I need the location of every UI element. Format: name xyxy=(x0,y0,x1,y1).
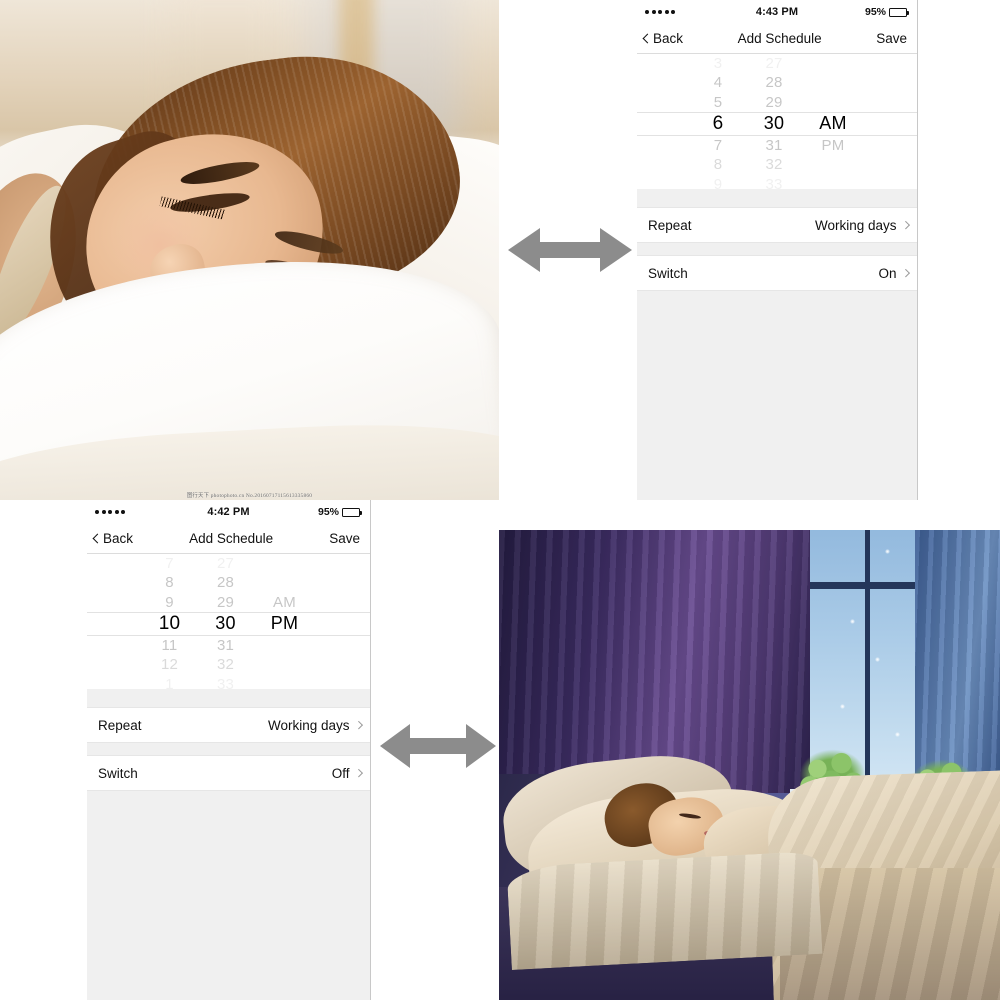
page-title: Add Schedule xyxy=(737,31,822,46)
bed-sheet xyxy=(506,850,823,971)
row-switch[interactable]: Switch On xyxy=(637,255,917,291)
meridiem-selected[interactable]: PM xyxy=(254,612,316,636)
minute-option[interactable]: 33 xyxy=(198,674,254,689)
double-arrow-bottom xyxy=(380,718,496,774)
row-repeat[interactable]: Repeat Working days xyxy=(87,707,370,743)
double-arrow-icon xyxy=(508,228,632,272)
minute-option[interactable]: 31 xyxy=(198,636,254,655)
row-switch[interactable]: Switch Off xyxy=(87,755,370,791)
time-picker[interactable]: 3 4 5 6 7 8 9 27 28 29 30 31 32 33 AM PM xyxy=(637,54,917,189)
double-arrow-top xyxy=(508,222,632,278)
hour-selected[interactable]: 10 xyxy=(142,612,198,636)
row-repeat-value: Working days xyxy=(267,717,350,733)
time-picker[interactable]: 7 8 9 10 11 12 1 27 28 29 30 31 32 33 AM… xyxy=(87,554,370,689)
photo-woman-sleeping-daylight: 图行天下 photophoto.cn No.201607171156133358… xyxy=(0,0,499,500)
navigation-bar: Back Add Schedule Save xyxy=(87,524,370,554)
phone-screen-morning-schedule: 4:43 PM 95% Back Add Schedule Save 3 4 5… xyxy=(637,0,918,500)
back-button[interactable]: Back xyxy=(92,531,134,546)
photo-child-sleeping-night xyxy=(499,530,1000,1000)
row-repeat[interactable]: Repeat Working days xyxy=(637,207,917,243)
back-button-label: Back xyxy=(653,31,684,46)
status-bar: 4:43 PM 95% xyxy=(637,0,917,24)
curtain-left xyxy=(499,530,810,794)
empty-area xyxy=(637,291,917,486)
star-light xyxy=(894,732,900,738)
minute-option[interactable]: 27 xyxy=(746,54,802,73)
battery-icon xyxy=(889,7,909,17)
hour-option[interactable]: 8 xyxy=(142,573,198,592)
minute-selected[interactable]: 30 xyxy=(198,612,254,636)
phone-screen-night-schedule: 4:42 PM 95% Back Add Schedule Save 7 8 9… xyxy=(87,500,371,1000)
meridiem-option-below[interactable]: PM xyxy=(802,136,864,155)
star-light xyxy=(874,656,880,662)
row-repeat-label: Repeat xyxy=(648,217,692,233)
meridiem-option-below[interactable] xyxy=(254,636,316,655)
save-button[interactable]: Save xyxy=(876,31,907,46)
hour-option[interactable]: 7 xyxy=(142,554,198,573)
hour-option[interactable]: 1 xyxy=(142,674,198,689)
battery-icon xyxy=(342,507,362,517)
minute-option[interactable]: 33 xyxy=(746,174,802,189)
status-bar-clock: 4:42 PM xyxy=(207,506,250,518)
meridiem-wheel[interactable]: AM PM xyxy=(802,54,864,189)
row-switch-label: Switch xyxy=(648,265,688,281)
hour-option[interactable]: 3 xyxy=(690,54,746,73)
status-bar: 4:42 PM 95% xyxy=(87,500,370,524)
hour-wheel[interactable]: 7 8 9 10 11 12 1 xyxy=(142,554,198,689)
minute-option[interactable]: 29 xyxy=(198,593,254,612)
hour-selected[interactable]: 6 xyxy=(690,112,746,136)
section-gap xyxy=(637,243,917,255)
minute-option[interactable]: 27 xyxy=(198,554,254,573)
chevron-right-icon xyxy=(354,721,363,729)
row-switch-label: Switch xyxy=(98,765,138,781)
meridiem-option-above[interactable]: AM xyxy=(254,593,316,612)
star-light xyxy=(839,703,845,709)
double-arrow-icon xyxy=(380,724,496,768)
row-repeat-label: Repeat xyxy=(98,717,142,733)
back-button[interactable]: Back xyxy=(642,31,684,46)
minute-wheel[interactable]: 27 28 29 30 31 32 33 xyxy=(746,54,802,189)
minute-wheel[interactable]: 27 28 29 30 31 32 33 xyxy=(198,554,254,689)
meridiem-selected[interactable]: AM xyxy=(802,112,864,136)
minute-option[interactable]: 31 xyxy=(746,136,802,155)
minute-option[interactable]: 32 xyxy=(746,155,802,174)
hour-option[interactable]: 5 xyxy=(690,93,746,112)
star-light xyxy=(884,548,890,554)
row-switch-value: Off xyxy=(331,765,350,781)
row-repeat-value: Working days xyxy=(814,217,897,233)
meridiem-wheel[interactable]: AM PM xyxy=(254,554,316,689)
minute-selected[interactable]: 30 xyxy=(746,112,802,136)
section-gap xyxy=(87,689,370,707)
hour-option[interactable]: 4 xyxy=(690,73,746,92)
chevron-left-icon xyxy=(92,533,103,544)
stock-photo-watermark: 图行天下 photophoto.cn No.201607171156133358… xyxy=(186,493,313,499)
composite-canvas: 图行天下 photophoto.cn No.201607171156133358… xyxy=(0,0,1000,1000)
page-title: Add Schedule xyxy=(189,531,274,546)
save-button[interactable]: Save xyxy=(329,531,360,546)
section-gap xyxy=(637,189,917,207)
hour-option[interactable]: 8 xyxy=(690,155,746,174)
status-bar-clock: 4:43 PM xyxy=(755,6,799,18)
hour-wheel[interactable]: 3 4 5 6 7 8 9 xyxy=(690,54,746,189)
minute-option[interactable]: 32 xyxy=(198,655,254,674)
chevron-right-icon xyxy=(354,769,363,777)
meridiem-option-above[interactable] xyxy=(802,93,864,112)
hour-option[interactable]: 12 xyxy=(142,655,198,674)
hour-option[interactable]: 9 xyxy=(142,593,198,612)
minute-option[interactable]: 28 xyxy=(746,73,802,92)
minute-option[interactable]: 28 xyxy=(198,573,254,592)
hour-option[interactable]: 9 xyxy=(690,174,746,189)
section-gap xyxy=(87,743,370,755)
chevron-left-icon xyxy=(642,33,653,44)
hour-option[interactable]: 7 xyxy=(690,136,746,155)
row-switch-value: On xyxy=(878,265,897,281)
chevron-right-icon xyxy=(901,221,910,229)
chevron-right-icon xyxy=(901,269,910,277)
back-button-label: Back xyxy=(103,531,134,546)
hour-option[interactable]: 11 xyxy=(142,636,198,655)
empty-area xyxy=(87,791,370,986)
navigation-bar: Back Add Schedule Save xyxy=(637,24,917,54)
minute-option[interactable]: 29 xyxy=(746,93,802,112)
